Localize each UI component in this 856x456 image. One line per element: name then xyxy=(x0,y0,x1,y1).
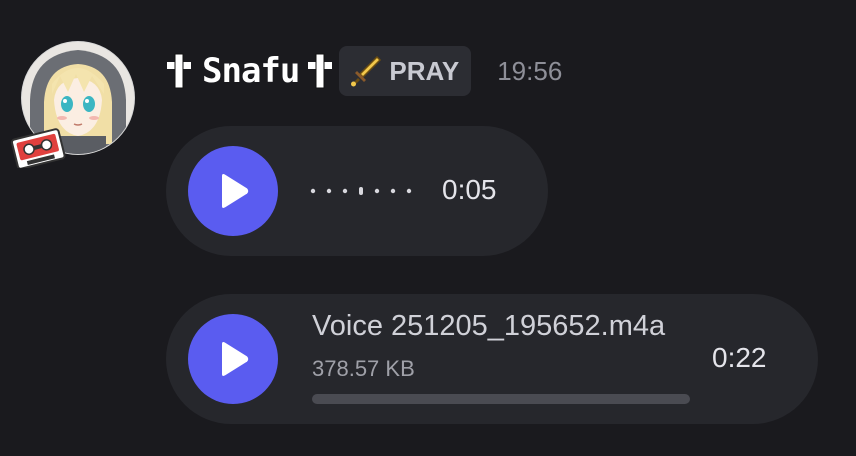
voice-duration: 0:05 xyxy=(442,174,497,205)
avatar[interactable] xyxy=(10,40,136,168)
file-size: 378.57 KB xyxy=(312,356,415,381)
play-icon xyxy=(222,342,249,376)
latin-cross-icon xyxy=(166,53,192,89)
progress-bar[interactable] xyxy=(312,394,690,404)
play-icon xyxy=(222,174,249,208)
play-button[interactable] xyxy=(188,314,278,404)
audio-duration: 0:22 xyxy=(712,342,767,373)
timestamp: 19:56 xyxy=(497,55,563,86)
username[interactable]: Snafu xyxy=(202,51,300,91)
role-label: PRAY xyxy=(389,55,460,86)
role-tag[interactable]: PRAY xyxy=(339,46,472,96)
message-header: Snafu PRAY 19:56 xyxy=(166,44,562,98)
audio-attachment: Voice 251205_195652.m4a 378.57 KB 0:22 xyxy=(166,294,818,424)
waveform[interactable] xyxy=(310,184,416,198)
sword-icon xyxy=(351,55,382,87)
file-name[interactable]: Voice 251205_195652.m4a xyxy=(312,310,665,343)
voice-message: 0:05 xyxy=(166,126,548,256)
latin-cross-icon xyxy=(307,53,333,89)
chat-message: Snafu PRAY 19:56 0:05 Voice 251205_19565… xyxy=(0,0,856,456)
play-button[interactable] xyxy=(188,146,278,236)
cassette-tape-icon xyxy=(10,128,66,168)
